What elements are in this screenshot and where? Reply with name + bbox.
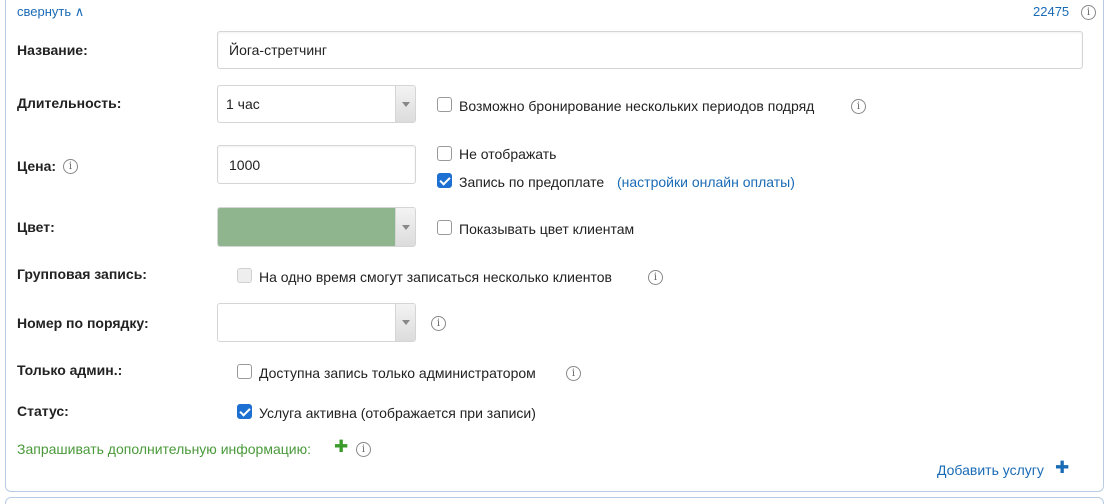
admin-only-option-label: Доступна запись только администратором [259, 365, 536, 381]
info-icon[interactable]: i [356, 442, 371, 457]
info-icon[interactable]: i [648, 270, 663, 285]
service-panel [5, 0, 1104, 492]
show-color-checkbox[interactable] [437, 220, 452, 235]
status-label: Статус: [17, 403, 69, 419]
info-icon[interactable]: i [566, 366, 581, 381]
hide-price-checkbox[interactable] [437, 146, 452, 161]
admin-only-label: Только админ.: [17, 362, 123, 378]
show-color-label: Показывать цвет клиентам [459, 221, 635, 237]
chevron-down-icon[interactable] [395, 208, 415, 246]
name-label: Название: [17, 42, 88, 58]
prepay-checkbox[interactable] [437, 173, 452, 188]
collapse-link[interactable]: свернуть ∧ [17, 4, 84, 20]
hide-price-label: Не отображать [459, 146, 557, 162]
admin-only-checkbox[interactable] [237, 364, 252, 379]
extra-info-label[interactable]: Запрашивать дополнительную информацию: [17, 441, 311, 457]
price-label: Цена: [17, 158, 57, 174]
duration-value: 1 час [226, 96, 260, 112]
info-icon[interactable]: i [851, 99, 866, 114]
group-checkbox[interactable] [237, 268, 252, 283]
info-icon[interactable]: i [63, 159, 78, 174]
duration-select[interactable]: 1 час [217, 85, 416, 123]
status-checkbox[interactable] [237, 404, 252, 419]
price-input[interactable]: 1000 [217, 145, 416, 184]
chevron-down-icon[interactable] [395, 304, 415, 341]
chevron-down-icon[interactable] [395, 86, 415, 122]
plus-icon[interactable]: ✚ [334, 437, 348, 457]
plus-icon[interactable]: ✚ [1055, 458, 1069, 478]
prepay-label: Запись по предоплате [459, 174, 605, 190]
group-label: Групповая запись: [17, 266, 147, 282]
info-icon[interactable]: i [431, 316, 446, 331]
group-option-label: На одно время смогут записаться нескольк… [259, 269, 612, 285]
next-service-panel [5, 497, 1104, 504]
add-service-link[interactable]: Добавить услугу [937, 462, 1044, 478]
order-select[interactable] [217, 303, 416, 342]
color-label: Цвет: [17, 219, 55, 235]
color-swatch [218, 208, 395, 246]
multi-period-label: Возможно бронирование нескольких периодо… [459, 98, 815, 114]
color-select[interactable] [217, 207, 416, 247]
order-label: Номер по порядку: [17, 315, 149, 331]
name-input[interactable]: Йога-стретчинг [217, 31, 1083, 69]
prepay-settings-link[interactable]: (настройки онлайн оплаты) [617, 174, 795, 190]
info-icon[interactable]: i [1081, 5, 1096, 20]
status-option-label: Услуга активна (отображается при записи) [259, 405, 536, 421]
multi-period-checkbox[interactable] [437, 97, 452, 112]
service-id: 22475 [1033, 4, 1070, 19]
duration-label: Длительность: [17, 95, 122, 111]
